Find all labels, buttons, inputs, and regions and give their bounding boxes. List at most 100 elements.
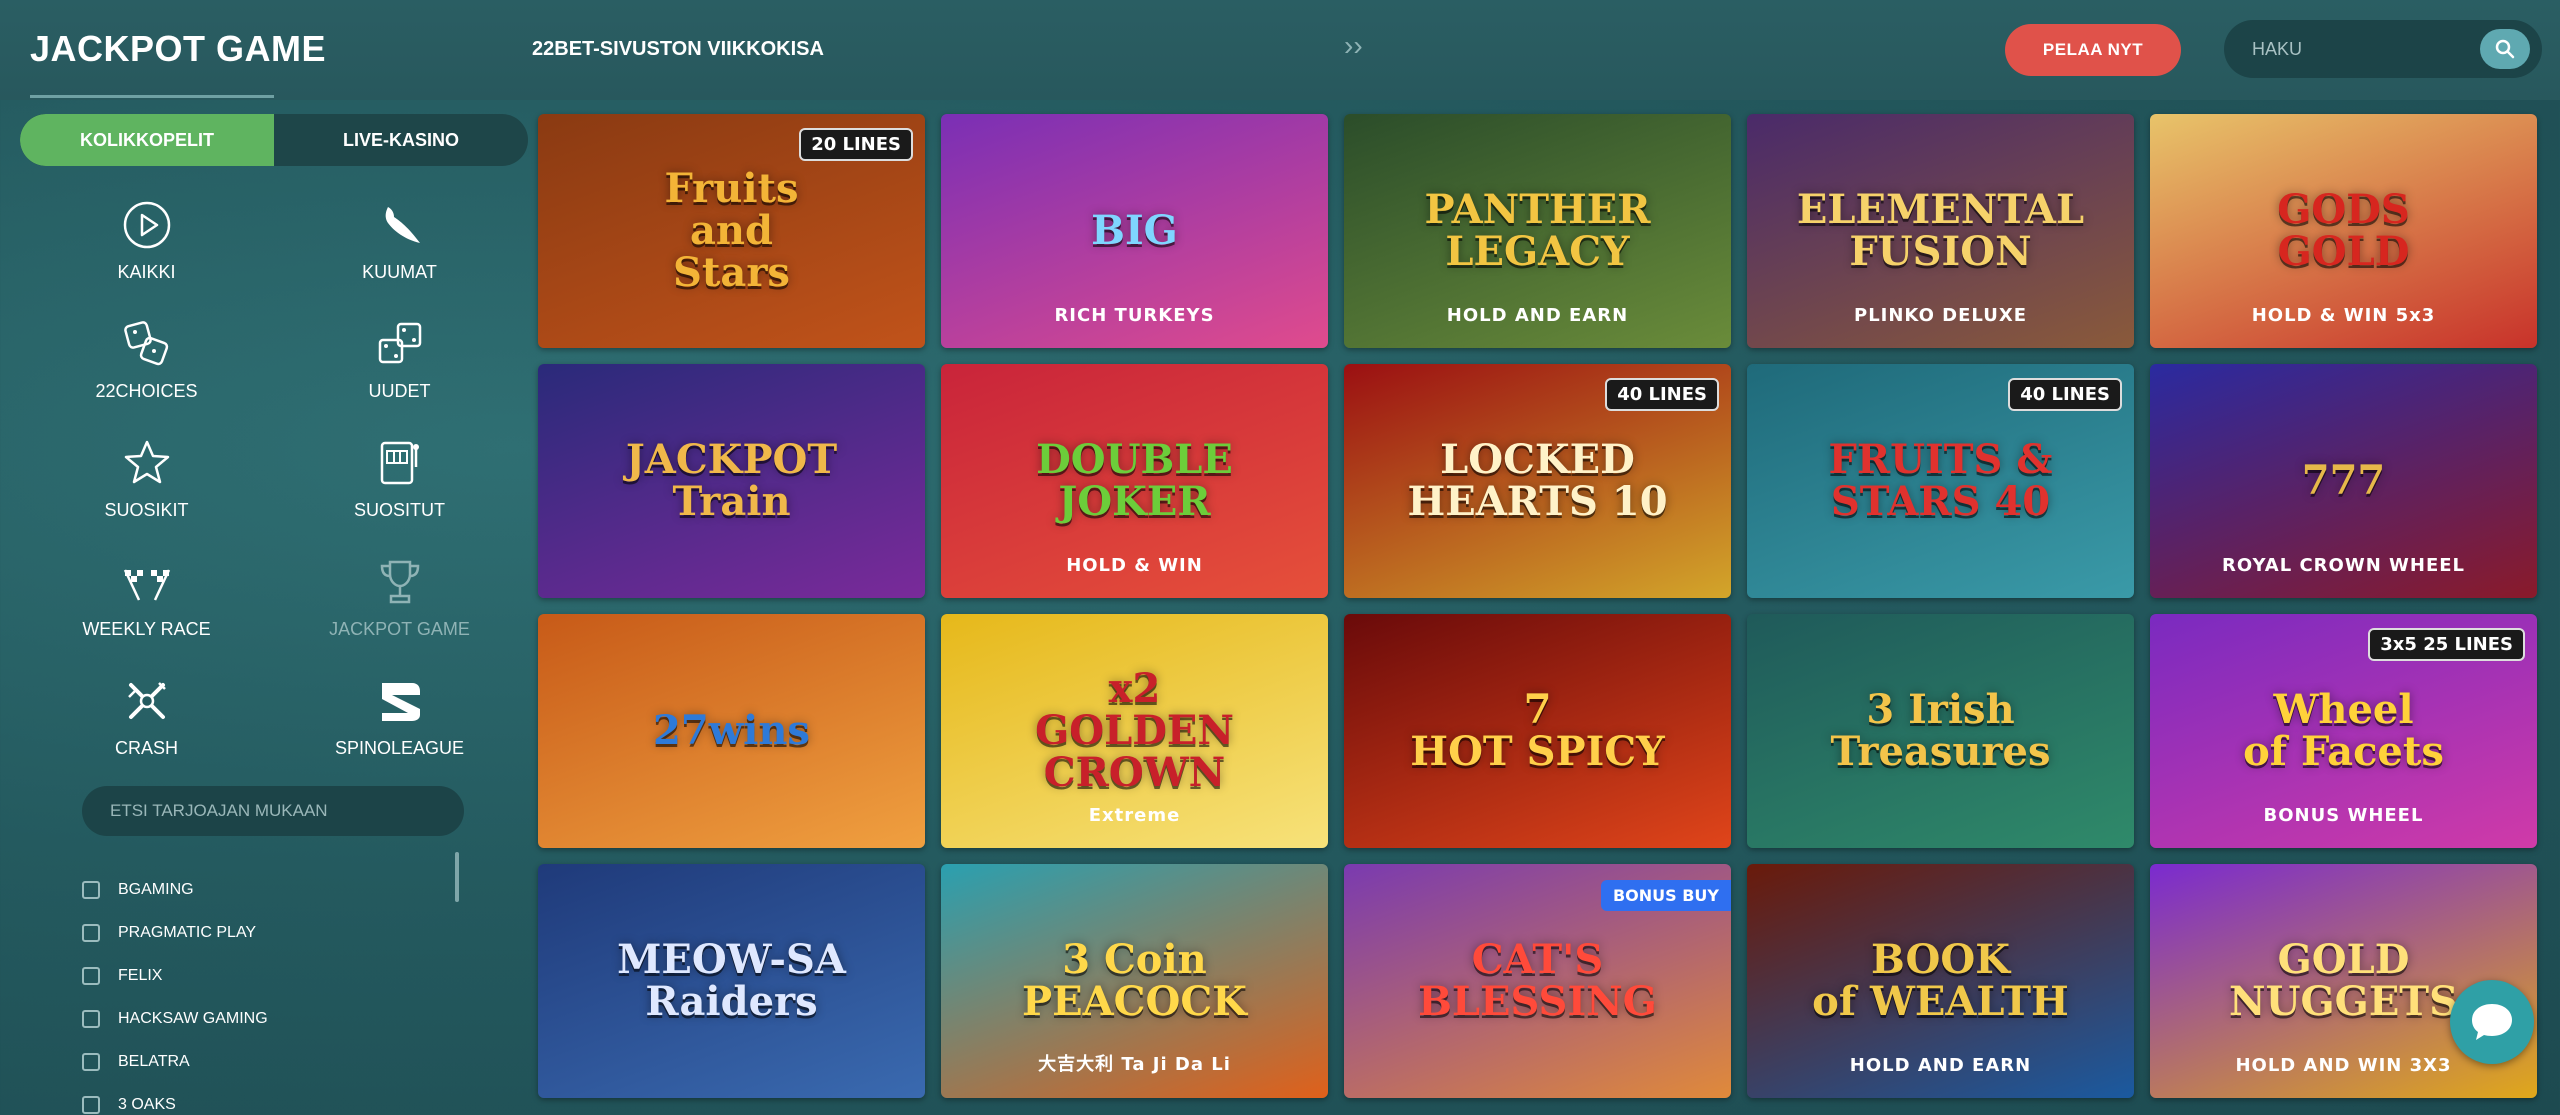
- category-label: KUUMAT: [362, 262, 437, 282]
- provider-checkbox[interactable]: [82, 923, 100, 942]
- provider-checkbox[interactable]: [82, 1095, 100, 1114]
- game-tile[interactable]: BOOK of WEALTH HOLD AND EARN: [1747, 864, 2134, 1098]
- game-title: x2 GOLDEN CROWN: [1035, 665, 1234, 796]
- category-22choices[interactable]: 22CHOICES: [20, 315, 273, 434]
- crash-icon: [127, 682, 166, 719]
- game-tile[interactable]: 7 HOT SPICY: [1344, 614, 1731, 848]
- slot-machine-icon: [380, 441, 419, 485]
- top-header: JACKPOT GAME 22BET-SIVUSTON VIIKKOKISA ›…: [0, 0, 2560, 100]
- game-title: 777: [2301, 457, 2386, 504]
- provider-checkbox[interactable]: [82, 1052, 100, 1071]
- site-logo[interactable]: JACKPOT GAME: [30, 28, 326, 70]
- category-crash[interactable]: CRASH: [20, 672, 273, 791]
- game-tile[interactable]: GODS GOLD HOLD & WIN 5x3: [2150, 114, 2537, 348]
- provider-checkbox[interactable]: [82, 1009, 100, 1028]
- category-label: SUOSITUT: [353, 500, 445, 520]
- game-title: 3 Coin PEACOCK: [1022, 936, 1247, 1025]
- game-tile[interactable]: Wheel of Facets BONUS WHEEL 3x5 25 LINES: [2150, 614, 2537, 848]
- category-weekly-race[interactable]: WEEKLY RACE: [20, 553, 273, 672]
- chat-button[interactable]: [2450, 980, 2534, 1064]
- spinoleague-icon: [381, 683, 420, 721]
- provider-label: BGAMING: [118, 880, 194, 898]
- provider-search-input[interactable]: [110, 798, 430, 824]
- sidebar: KOLIKKOPELIT LIVE-KASINO KAIKKI KUUMAT 2…: [0, 100, 530, 1115]
- game-tile[interactable]: 27wins: [538, 614, 925, 848]
- tab-live-casino[interactable]: LIVE-KASINO: [274, 114, 528, 166]
- provider-item[interactable]: HACKSAW GAMING: [82, 997, 462, 1040]
- game-subtitle: HOLD AND EARN: [1446, 305, 1629, 326]
- category-hot[interactable]: KUUMAT: [273, 196, 526, 315]
- category-label: CRASH: [114, 738, 178, 758]
- game-title: MEOW-SA Raiders: [617, 936, 846, 1025]
- promo-banner-text[interactable]: 22BET-SIVUSTON VIIKKOKISA: [532, 38, 824, 61]
- game-tile[interactable]: PANTHER LEGACY HOLD AND EARN: [1344, 114, 1731, 348]
- category-spinoleague[interactable]: SPINOLEAGUE: [273, 672, 526, 791]
- game-title: PANTHER LEGACY: [1424, 186, 1651, 275]
- game-subtitle: RICH TURKEYS: [1054, 305, 1215, 326]
- game-subtitle: HOLD & WIN: [1066, 555, 1203, 576]
- provider-checkbox[interactable]: [82, 966, 100, 985]
- game-title: LOCKED HEARTS 10: [1407, 436, 1668, 525]
- provider-checkbox[interactable]: [82, 880, 100, 899]
- game-tile[interactable]: 3 Irish Treasures: [1747, 614, 2134, 848]
- game-subtitle: BONUS WHEEL: [2263, 805, 2424, 826]
- game-tile[interactable]: BIG RICH TURKEYS: [941, 114, 1328, 348]
- game-title: 7 HOT SPICY: [1410, 686, 1665, 775]
- game-title: Wheel of Facets: [2243, 686, 2444, 775]
- game-badge: 40 LINES: [1605, 378, 1719, 411]
- game-tile[interactable]: 3 Coin PEACOCK 大吉大利 Ta Ji Da Li: [941, 864, 1328, 1098]
- game-title: FRUITS & STARS 40: [1828, 436, 2053, 525]
- game-tile[interactable]: FRUITS & STARS 40 40 LINES: [1747, 364, 2134, 598]
- tab-slots[interactable]: KOLIKKOPELIT: [20, 114, 274, 166]
- category-all[interactable]: KAIKKI: [20, 196, 273, 315]
- promo-arrows-icon[interactable]: ››: [1344, 30, 1363, 62]
- dice-icon: [123, 321, 168, 366]
- search-icon: [2495, 39, 2515, 59]
- game-tile[interactable]: DOUBLE JOKER HOLD & WIN: [941, 364, 1328, 598]
- category-label: KAIKKI: [117, 262, 176, 282]
- provider-label: BELATRA: [118, 1052, 190, 1070]
- category-new[interactable]: UUDET: [273, 315, 526, 434]
- provider-item[interactable]: FELIX: [82, 954, 462, 997]
- category-label: UUDET: [368, 381, 431, 401]
- category-favorites[interactable]: SUOSIKIT: [20, 434, 273, 553]
- game-title: BOOK of WEALTH: [1812, 936, 2069, 1025]
- provider-item[interactable]: BGAMING: [82, 868, 462, 911]
- play-now-button[interactable]: PELAA NYT: [2005, 24, 2181, 76]
- provider-item[interactable]: BELATRA: [82, 1040, 462, 1083]
- play-circle-icon: [123, 201, 170, 249]
- game-badge: 20 LINES: [799, 128, 913, 161]
- category-jackpot-game[interactable]: JACKPOT GAME: [273, 553, 526, 672]
- game-tile[interactable]: JACKPOT Train: [538, 364, 925, 598]
- provider-item[interactable]: PRAGMATIC PLAY: [82, 911, 462, 954]
- trophy-icon: [380, 560, 419, 604]
- chat-bubble-icon: [2472, 1004, 2512, 1040]
- game-subtitle: HOLD AND EARN: [1849, 1055, 2032, 1076]
- new-dice-icon: [378, 322, 421, 364]
- search-input[interactable]: [2252, 34, 2452, 64]
- game-title: BIG: [1091, 207, 1178, 254]
- provider-label: 3 OAKS: [118, 1095, 176, 1113]
- game-badge: 40 LINES: [2008, 378, 2122, 411]
- logo-underline: [30, 95, 274, 98]
- provider-item[interactable]: 3 OAKS: [82, 1083, 462, 1115]
- game-subtitle: HOLD & WIN 5x3: [2251, 305, 2436, 326]
- game-tile[interactable]: MEOW-SA Raiders: [538, 864, 925, 1098]
- game-tile[interactable]: LOCKED HEARTS 10 40 LINES: [1344, 364, 1731, 598]
- provider-label: PRAGMATIC PLAY: [118, 923, 257, 941]
- category-popular[interactable]: SUOSITUT: [273, 434, 526, 553]
- game-tile[interactable]: 777 ROYAL CROWN WHEEL: [2150, 364, 2537, 598]
- game-tile[interactable]: Fruits and Stars 20 LINES: [538, 114, 925, 348]
- game-tile[interactable]: x2 GOLDEN CROWN Extreme: [941, 614, 1328, 848]
- game-title: GODS GOLD: [2277, 186, 2410, 275]
- search-box: [2224, 20, 2542, 78]
- game-tile[interactable]: CAT'S BLESSING BONUS BUY: [1344, 864, 1731, 1098]
- game-tile[interactable]: ELEMENTAL FUSION PLINKO DELUXE: [1747, 114, 2134, 348]
- provider-label: HACKSAW GAMING: [118, 1009, 268, 1027]
- game-subtitle: 大吉大利 Ta Ji Da Li: [1038, 1054, 1231, 1075]
- game-title: 27wins: [653, 707, 810, 754]
- provider-list: BGAMING PRAGMATIC PLAY FELIX HACKSAW GAM…: [82, 868, 462, 1115]
- search-button[interactable]: [2480, 29, 2530, 69]
- category-label: JACKPOT GAME: [329, 619, 470, 639]
- game-badge: BONUS BUY: [1600, 880, 1731, 911]
